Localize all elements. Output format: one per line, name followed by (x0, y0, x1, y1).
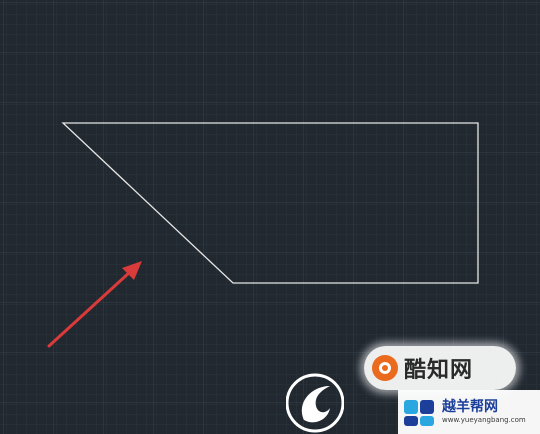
watermark-yueyang-url: www.yueyangbang.com (442, 416, 526, 424)
logo-mark-icon (404, 400, 434, 426)
swirl-logo-icon (286, 373, 344, 433)
logo-badge-icon (372, 355, 398, 381)
watermark-zhihu: 酷知网 (364, 346, 516, 390)
watermark-yueyang: 越羊帮网 www.yueyangbang.com (398, 390, 540, 434)
watermark-zhihu-text: 酷知网 (404, 358, 474, 383)
watermark-yueyang-title: 越羊帮网 (442, 399, 498, 415)
cad-viewport[interactable]: 酷知网 越羊帮网 www.yueyangbang.com (0, 0, 540, 434)
